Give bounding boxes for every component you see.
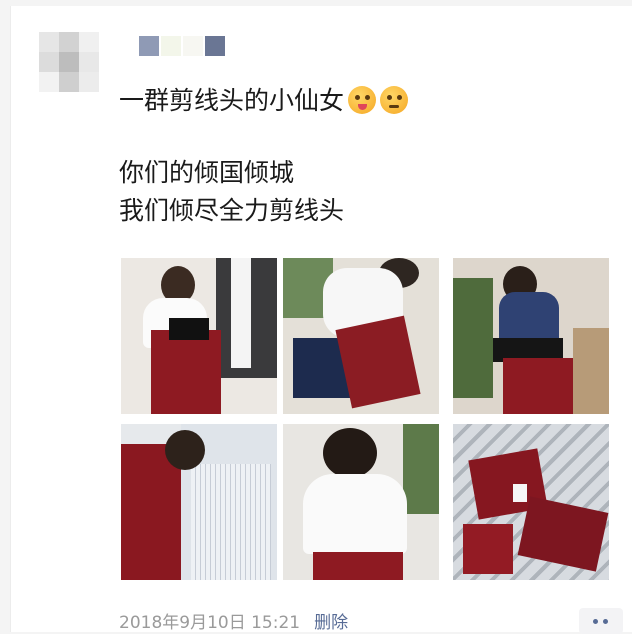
- delete-link[interactable]: 删除: [314, 613, 348, 633]
- photo-5[interactable]: [283, 424, 439, 580]
- face-with-tongue-icon: [348, 86, 377, 114]
- post-line-1: 一群剪线头的小仙女: [119, 82, 619, 120]
- post-line-2: 你们的倾国倾城: [119, 158, 295, 187]
- post-timestamp: 2018年9月10日 15:21: [119, 613, 301, 633]
- nickname-blurred[interactable]: [139, 36, 239, 58]
- avatar[interactable]: [39, 32, 99, 92]
- more-dot-icon: [593, 619, 598, 624]
- photo-6[interactable]: [453, 424, 609, 580]
- moments-post-card: 一群剪线头的小仙女 你们的倾国倾城 我们倾尽全力剪线头 2018年9月10日 1…: [10, 6, 632, 634]
- photo-4[interactable]: [121, 424, 277, 580]
- more-dot-icon: [603, 619, 608, 624]
- photo-grid: [121, 258, 609, 580]
- photo-1[interactable]: [121, 258, 277, 414]
- photo-2[interactable]: [283, 258, 439, 414]
- post-text: 一群剪线头的小仙女 你们的倾国倾城 我们倾尽全力剪线头: [119, 82, 619, 230]
- flushed-face-icon: [380, 86, 409, 114]
- post-line-3: 我们倾尽全力剪线头: [119, 196, 345, 225]
- post-footer: 2018年9月10日 15:21 删除: [119, 608, 348, 633]
- photo-3[interactable]: [453, 258, 609, 414]
- more-actions-button[interactable]: [579, 608, 623, 634]
